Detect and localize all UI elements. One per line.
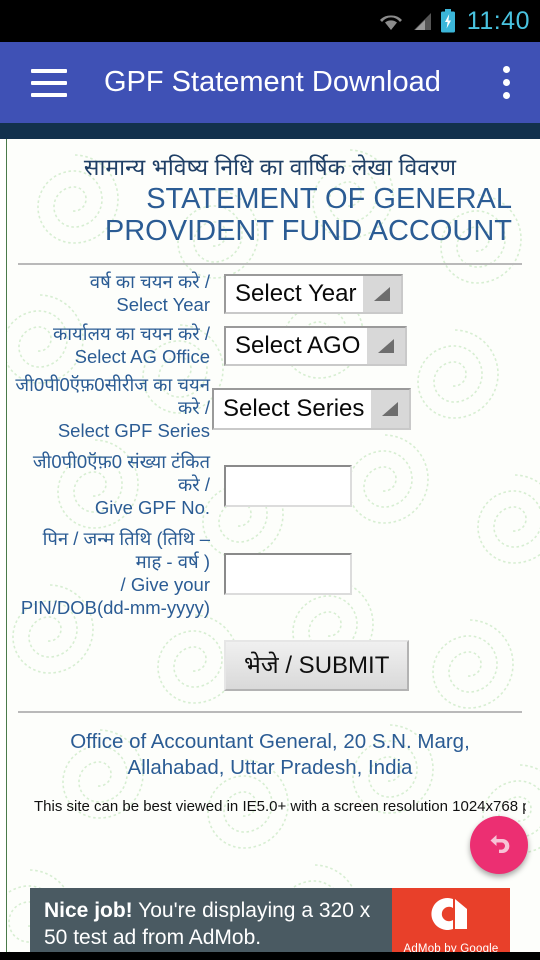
submit-button[interactable]: भेजे / SUBMIT [224,639,410,691]
select-ago-dropdown[interactable]: Select AGO [224,325,408,366]
select-series-value: Select Series [223,394,365,422]
wifi-icon [378,10,404,32]
form-row-pin-dob: पिन / जन्म तिथि (तिथि – माह - वर्ष ) / G… [14,528,526,620]
admob-logo-icon [429,896,473,941]
form-row-select-ago: कार्यालय का चयन करे / Select AG Office S… [14,323,526,369]
browser-disclaimer: This site can be best viewed in IE5.0+ w… [34,798,526,816]
chevron-down-icon [367,327,406,364]
label-gpf-number-hindi: जी0पी0ऍफ़0 संख्या टंकित करे / [32,451,210,496]
form-row-select-series: जी0पी0ऍफ़0सीरीज का चयन करे / Select GPF … [14,374,526,443]
back-floating-action-button[interactable] [470,816,528,874]
webview-content: सामान्य भविष्य निधि का वार्षिक लेखा विवर… [0,139,540,960]
status-bar: 11:40 [0,0,540,42]
select-series-dropdown[interactable]: Select Series [212,387,412,430]
label-select-series-english: Select GPF Series [57,420,210,442]
hamburger-menu-icon[interactable] [18,52,80,114]
chevron-down-icon [371,389,410,428]
label-select-ago-hindi: कार्यालय का चयन करे / [52,322,210,344]
label-pin-dob: पिन / जन्म तिथि (तिथि – माह - वर्ष ) / G… [14,528,224,620]
label-select-year-english: Select Year [116,293,210,315]
select-ago-value: Select AGO [235,331,361,359]
page-body: सामान्य भविष्य निधि का वार्षिक लेखा विवर… [0,139,540,815]
form-row-submit: भेजे / SUBMIT [14,639,526,691]
divider-bottom [18,710,522,713]
label-select-ago-english: Select AG Office [74,345,210,367]
signal-icon [411,10,433,32]
label-select-year: वर्ष का चयन करे / Select Year [14,271,224,317]
ad-text: Nice job! You're displaying a 320 x 50 t… [30,888,392,960]
pin-dob-input[interactable] [224,552,352,595]
title-hindi: सामान्य भविष्य निधि का वार्षिक लेखा विवर… [83,154,457,180]
form-row-gpf-number: जी0पी0ऍफ़0 संख्या टंकित करे / Give GPF N… [14,451,526,520]
form-row-select-year: वर्ष का चयन करे / Select Year Select Yea… [14,271,526,317]
label-pin-dob-english: / Give your PIN/DOB(dd-mm-yyyy) [20,573,210,618]
ad-headline: Nice job! [44,899,133,922]
gpf-number-input[interactable] [224,464,352,507]
page-left-margin [0,139,7,960]
admob-logo-block: AdMob by Google [392,888,510,960]
admob-ad-banner[interactable]: Nice job! You're displaying a 320 x 50 t… [30,888,510,960]
label-gpf-number-english: Give GPF No. [94,497,210,519]
divider-top [18,262,522,265]
label-pin-dob-hindi: पिन / जन्म तिथि (तिथि – माह - वर्ष ) [42,528,210,572]
appbar-shadow-strip [0,123,540,139]
label-gpf-number: जी0पी0ऍफ़0 संख्या टंकित करे / Give GPF N… [14,451,224,520]
label-select-series-hindi: जी0पी0ऍफ़0सीरीज का चयन करे / [15,374,210,419]
title-english: STATEMENT OF GENERAL PROVIDENT FUND ACCO… [104,182,512,248]
app-bar: GPF Statement Download [0,42,540,123]
overflow-menu-icon[interactable] [486,60,526,106]
status-bar-clock: 11:40 [466,6,530,35]
back-arrow-icon [483,827,515,864]
select-year-dropdown[interactable]: Select Year [224,273,404,314]
bottom-edge [0,952,540,960]
label-select-year-hindi: वर्ष का चयन करे / [89,270,210,292]
footer-address: Office of Accountant General, 20 S.N. Ma… [70,729,470,780]
phone-screen: 11:40 GPF Statement Download सामान्य भवि… [0,0,540,960]
page-title: GPF Statement Download [104,66,441,98]
label-select-ago: कार्यालय का चयन करे / Select AG Office [14,323,224,369]
battery-charging-icon [440,9,456,33]
label-select-series: जी0पी0ऍफ़0सीरीज का चयन करे / Select GPF … [14,374,224,443]
select-year-value: Select Year [235,279,357,307]
chevron-down-icon [363,275,402,312]
